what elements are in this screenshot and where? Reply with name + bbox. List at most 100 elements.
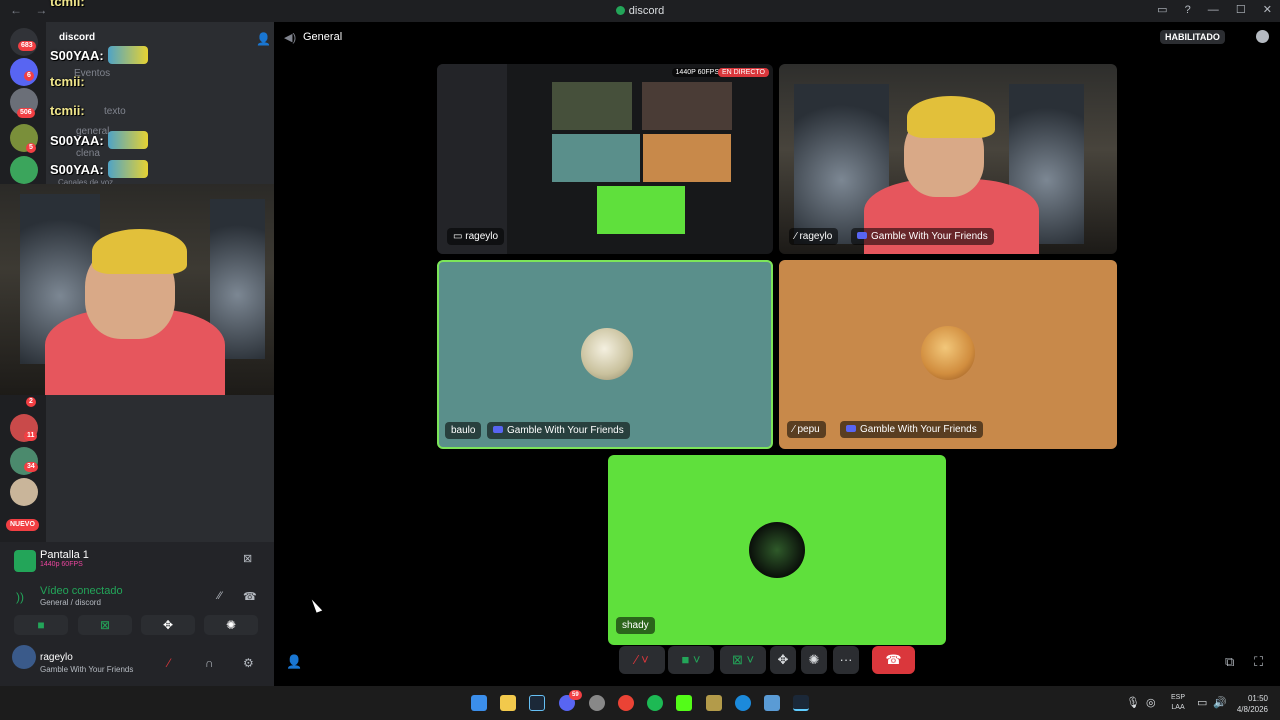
stream-quality-tag: 1440P 60FPS [671,68,723,77]
voice-status[interactable]: Vídeo conectado [40,585,123,597]
network-icon[interactable]: ◎ [1146,696,1156,709]
headphones-icon[interactable]: ∩ [205,656,214,670]
app-icon[interactable] [706,695,722,711]
notepad-icon[interactable] [764,695,780,711]
activities-button[interactable]: ✥ [141,615,195,635]
screen-share-icon [14,550,36,572]
server-icon[interactable] [10,478,38,506]
kick-icon[interactable] [676,695,692,711]
clock[interactable]: 01:50 4/8/2026 [1234,693,1268,715]
avatar [921,326,975,380]
chat-overlay-line: tcmii: [50,74,85,89]
more-options-button[interactable]: ··· [833,646,859,674]
noise-suppression-icon[interactable]: ⁄⁄ [218,590,222,602]
camera-toggle-button[interactable]: ■ ˅ [668,646,714,674]
stream-name: Pantalla 1 [40,549,89,561]
channel-title: General [303,31,343,43]
game-icon [493,426,503,433]
channel-category[interactable]: texto [104,106,126,117]
activity-tag: Gamble With Your Friends [851,228,994,245]
game-icon [857,232,867,239]
badge: 34 [24,462,38,472]
screen-share-button[interactable]: ⊠ ˅ [720,646,766,674]
minimize-button[interactable]: — [1208,4,1219,16]
share-screen-button[interactable]: ⊠ [78,615,132,635]
voice-stage: ◀) General HABILITADO 1440P 60FPS EN DIR… [274,22,1280,686]
settings-gear-icon[interactable]: ⚙ [243,656,254,670]
video-tile-pepu[interactable]: ⁄ pepu Gamble With Your Friends [779,260,1117,449]
display-icon[interactable]: ▭ [1197,696,1207,709]
disconnect-icon[interactable]: ☎ [243,590,257,603]
avatar [749,522,805,578]
window-title: discord [0,5,1280,17]
server-icon[interactable] [10,156,38,184]
chat-icon[interactable] [1256,30,1269,43]
activity-tag: Gamble With Your Friends [840,421,983,438]
fullscreen-icon[interactable]: ⛶ [1254,654,1263,670]
user-tag: shady [616,617,655,634]
badge: 506 [17,108,35,118]
avatar[interactable] [12,645,36,669]
steam-icon[interactable] [529,695,545,711]
user-tag: baulo [445,422,482,439]
video-tile-shady[interactable]: shady [608,455,946,645]
video-tile-baulo[interactable]: baulo Gamble With Your Friends [437,260,773,449]
soundboard-button[interactable]: ✺ [204,615,258,635]
stream-tile[interactable]: 1440P 60FPS EN DIRECTO ▭ rageylo [437,64,773,254]
window-controls: ▭ ? — ☐ ✕ [1143,3,1272,16]
add-friend-icon[interactable]: 👤 [256,32,271,46]
start-icon[interactable] [471,695,487,711]
live-badge: EN DIRECTO [717,68,769,77]
discord-notification-badge: 59 [569,690,582,700]
stream-quality: 1440p 60FPS [40,561,83,568]
user-tag: ⁄ rageylo [789,228,839,245]
chrome-canary-icon[interactable] [589,695,605,711]
file-explorer-icon[interactable] [500,695,516,711]
chat-overlay-line: S00YAA: [50,131,148,149]
username[interactable]: rageylo [40,652,73,663]
activity-tag: Gamble With Your Friends [487,422,630,439]
ccleaner-icon[interactable] [735,695,751,711]
discord-logo-icon [615,6,625,15]
steam-active-icon[interactable] [793,695,809,711]
chat-overlay-line: tcmii: [50,0,85,9]
popout-icon[interactable]: ⧉ [1225,654,1234,670]
help-icon[interactable]: ? [1185,4,1191,16]
mute-mic-button[interactable]: ⁄ ˅ [619,646,665,674]
user-panel: Pantalla 1 1440p 60FPS ⊠ )) Vídeo conect… [0,542,274,686]
inbox-icon[interactable]: ▭ [1157,4,1167,16]
chrome-icon[interactable] [618,695,634,711]
soundboard-button[interactable]: ✺ [801,646,827,674]
speaker-icon: ◀) [284,32,297,44]
mic-icon[interactable]: 🎙 [1126,696,1140,709]
spotify-icon[interactable] [647,695,663,711]
badge: 2 [26,397,36,407]
screen-icon: ▭ [453,231,466,242]
volume-icon[interactable]: 🔊 [1213,696,1227,709]
video-tile-rageylo[interactable]: ⁄ rageylo Gamble With Your Friends [779,64,1117,254]
activities-button[interactable]: ✥ [770,646,796,674]
stop-stream-icon[interactable]: ⊠ [243,552,252,565]
connection-signal-icon[interactable]: )) [16,590,24,604]
user-tag: ⁄ pepu [787,421,826,438]
mute-mic-icon[interactable]: ⁄ [168,656,170,670]
close-button[interactable]: ✕ [1263,4,1272,16]
maximize-button[interactable]: ☐ [1236,4,1246,16]
disconnect-call-button[interactable]: ☎ [872,646,915,674]
server-name[interactable]: discord [59,32,95,43]
taskbar: 59 🎙 ◎ ESP LAA ▭ 🔊 01:50 4/8/2026 [0,686,1280,720]
title-bar: ← → discord ▭ ? — ☐ ✕ [0,0,1280,22]
voice-location[interactable]: General / discord [40,598,101,607]
language-indicator[interactable]: ESP LAA [1171,693,1185,713]
emote-icon [107,131,148,149]
user-tag: ▭ rageylo [447,228,505,245]
invite-user-icon[interactable]: 👤 [286,654,302,670]
chat-overlay-line: tcmii: [50,103,85,118]
badge: 6 [24,71,34,81]
user-activity: Gamble With Your Friends [40,665,134,674]
badge: 683 [18,41,36,51]
new-badge: NUEVO [6,519,39,531]
enabled-badge[interactable]: HABILITADO [1160,30,1225,44]
channel-item[interactable]: clena [76,148,100,159]
camera-button[interactable]: ■ [14,615,68,635]
